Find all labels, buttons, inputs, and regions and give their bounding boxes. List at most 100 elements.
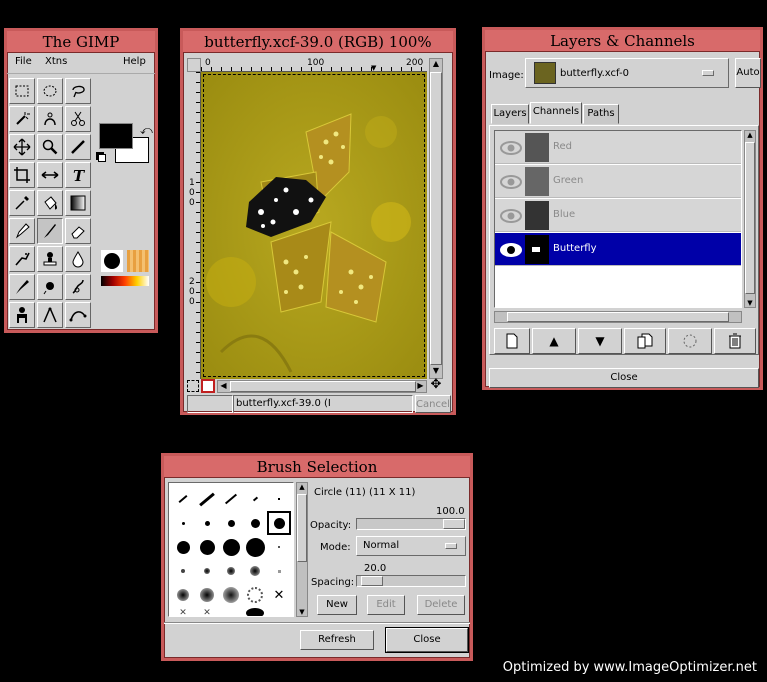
brush-item[interactable] bbox=[219, 511, 243, 535]
flip-tool[interactable] bbox=[37, 162, 63, 188]
color-picker-tool[interactable] bbox=[9, 190, 35, 216]
image-canvas[interactable] bbox=[201, 72, 427, 379]
delete-channel-button[interactable] bbox=[714, 328, 756, 354]
scroll-up-arrow-icon[interactable]: ▲ bbox=[430, 59, 442, 71]
channels-scroll-thumb[interactable] bbox=[745, 142, 755, 294]
brush-item[interactable] bbox=[243, 559, 267, 583]
brush-item[interactable] bbox=[171, 535, 195, 559]
scroll-down-arrow-icon[interactable]: ▼ bbox=[745, 299, 755, 307]
close-button[interactable]: Close bbox=[489, 368, 759, 388]
brush-item[interactable] bbox=[243, 487, 267, 511]
channel-row-red[interactable]: Red bbox=[495, 131, 741, 164]
foreground-color-swatch[interactable] bbox=[99, 123, 133, 149]
brush-item[interactable] bbox=[195, 511, 219, 535]
tab-layers[interactable]: Layers bbox=[491, 104, 529, 124]
smudge-tool[interactable] bbox=[65, 274, 91, 300]
swap-colors-icon[interactable]: ⤺ bbox=[140, 123, 153, 138]
magnify-tool[interactable] bbox=[37, 134, 63, 160]
new-brush-button[interactable]: New bbox=[317, 595, 357, 615]
brush-item[interactable]: ✕ bbox=[171, 607, 195, 616]
tab-paths[interactable]: Paths bbox=[583, 104, 619, 124]
brush-item[interactable] bbox=[219, 583, 243, 607]
brush-item[interactable]: ✕ bbox=[195, 607, 219, 616]
scroll-up-arrow-icon[interactable]: ▲ bbox=[745, 131, 755, 139]
brush-item[interactable] bbox=[195, 535, 219, 559]
dodge-burn-tool[interactable] bbox=[37, 274, 63, 300]
close-button[interactable]: Close bbox=[386, 628, 468, 652]
edit-brush-button[interactable]: Edit bbox=[367, 595, 405, 615]
convolve-tool[interactable] bbox=[65, 246, 91, 272]
move-tool[interactable] bbox=[9, 134, 35, 160]
visibility-eye-icon[interactable] bbox=[499, 206, 523, 226]
ink-tool[interactable] bbox=[9, 274, 35, 300]
duplicate-channel-button[interactable] bbox=[624, 328, 666, 354]
menu-xtns[interactable]: Xtns bbox=[45, 56, 67, 67]
path-tool[interactable] bbox=[65, 302, 91, 328]
brush-item[interactable] bbox=[267, 535, 291, 559]
channel-row-butterfly[interactable]: Butterfly bbox=[495, 233, 741, 266]
brush-grid[interactable]: ✕ ✕ ✕ bbox=[168, 482, 294, 617]
active-brush-preview[interactable] bbox=[101, 250, 123, 272]
airbrush-tool[interactable] bbox=[9, 246, 35, 272]
channels-horizontal-scrollbar[interactable] bbox=[494, 311, 742, 323]
channels-hscroll-thumb[interactable] bbox=[507, 312, 729, 322]
rect-select-tool[interactable] bbox=[9, 78, 35, 104]
brush-item[interactable] bbox=[195, 487, 219, 511]
free-select-tool[interactable] bbox=[65, 78, 91, 104]
brush-item[interactable] bbox=[195, 559, 219, 583]
brush-item[interactable] bbox=[171, 487, 195, 511]
quickmask-off-icon[interactable] bbox=[187, 380, 199, 392]
brush-grid-scrollbar[interactable]: ▲ ▼ bbox=[296, 482, 308, 617]
scroll-left-arrow-icon[interactable]: ◀ bbox=[218, 381, 229, 392]
active-pattern-preview[interactable] bbox=[127, 250, 149, 272]
clone-tool[interactable] bbox=[37, 246, 63, 272]
brush-item[interactable] bbox=[195, 583, 219, 607]
tab-channels[interactable]: Channels bbox=[530, 102, 582, 124]
brush-stroke-tool[interactable] bbox=[65, 134, 91, 160]
scissors-tool[interactable] bbox=[65, 106, 91, 132]
navigate-icon[interactable]: ✥ bbox=[429, 378, 443, 392]
mode-menu[interactable]: Normal bbox=[356, 536, 466, 556]
brush-item[interactable] bbox=[267, 487, 291, 511]
menu-help[interactable]: Help bbox=[123, 56, 146, 67]
brush-item[interactable] bbox=[243, 511, 267, 535]
ellipse-select-tool[interactable] bbox=[37, 78, 63, 104]
refresh-button[interactable]: Refresh bbox=[300, 630, 374, 650]
brush-item[interactable] bbox=[219, 487, 243, 511]
opacity-slider-handle[interactable] bbox=[443, 519, 465, 529]
measure-compass-tool[interactable] bbox=[37, 302, 63, 328]
active-gradient-preview[interactable] bbox=[101, 276, 149, 286]
spacing-slider[interactable] bbox=[356, 575, 466, 587]
new-channel-button[interactable] bbox=[494, 328, 530, 354]
blend-tool[interactable] bbox=[65, 190, 91, 216]
delete-brush-button[interactable]: Delete bbox=[417, 595, 465, 615]
eraser-tool[interactable] bbox=[65, 218, 91, 244]
brush-item[interactable] bbox=[171, 583, 195, 607]
opacity-slider[interactable] bbox=[356, 518, 466, 530]
spacing-slider-handle[interactable] bbox=[361, 576, 383, 586]
channel-row-blue[interactable]: Blue bbox=[495, 199, 741, 232]
vertical-scrollbar[interactable]: ▲ ▼ bbox=[429, 58, 443, 379]
auto-button[interactable]: Auto bbox=[735, 58, 761, 88]
default-colors-icon[interactable] bbox=[98, 154, 106, 162]
image-menu[interactable]: butterfly.xcf-0 bbox=[525, 58, 729, 88]
brush-item[interactable] bbox=[171, 559, 195, 583]
bucket-fill-tool[interactable] bbox=[37, 190, 63, 216]
bezier-select-tool[interactable] bbox=[37, 106, 63, 132]
brush-item[interactable]: ✕ bbox=[267, 583, 291, 607]
brush-item[interactable] bbox=[267, 559, 291, 583]
vertical-scroll-thumb[interactable] bbox=[430, 72, 442, 365]
brush-item[interactable] bbox=[219, 535, 243, 559]
channels-vertical-scrollbar[interactable]: ▲ ▼ bbox=[744, 130, 756, 308]
brush-item-selected[interactable] bbox=[267, 511, 291, 535]
scroll-up-arrow-icon[interactable]: ▲ bbox=[297, 483, 307, 491]
lower-channel-button[interactable]: ▼ bbox=[578, 328, 622, 354]
brush-item[interactable] bbox=[219, 559, 243, 583]
brush-item[interactable] bbox=[243, 535, 267, 559]
brush-scroll-thumb[interactable] bbox=[297, 494, 307, 562]
scroll-down-arrow-icon[interactable]: ▼ bbox=[297, 608, 307, 616]
visibility-eye-icon[interactable] bbox=[499, 172, 523, 192]
text-tool[interactable]: T bbox=[65, 162, 91, 188]
cancel-button[interactable]: Cancel bbox=[415, 395, 451, 413]
quickmask-on-icon[interactable] bbox=[201, 379, 215, 393]
